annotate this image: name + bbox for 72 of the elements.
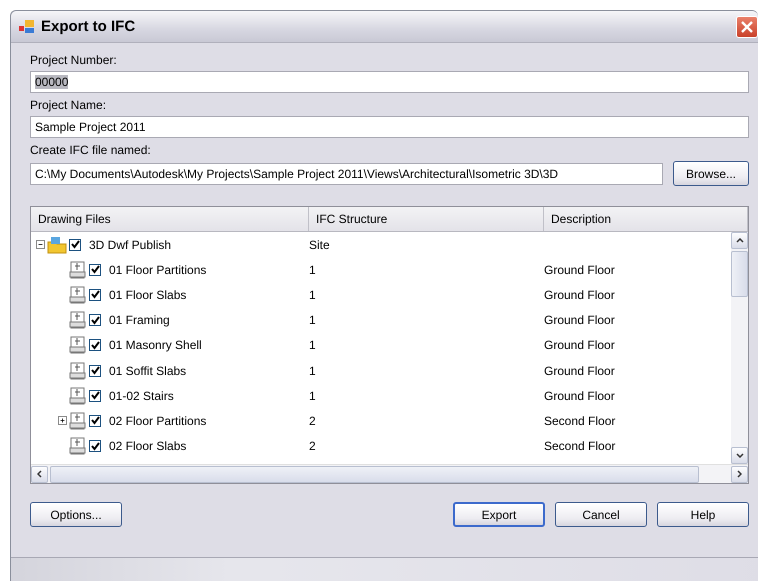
- checkbox[interactable]: [89, 264, 101, 276]
- table-cell-text: 1: [309, 288, 317, 302]
- checkbox[interactable]: [89, 339, 101, 352]
- chevron-up-icon: [736, 238, 744, 243]
- column-header[interactable]: Description: [544, 207, 748, 231]
- tree-item[interactable]: 01 Masonry Shell: [109, 338, 202, 352]
- dwg-file-icon: [69, 362, 87, 380]
- table-cell-text: Ground Floor: [544, 262, 616, 277]
- table-cell-text: 2: [309, 414, 317, 428]
- table-cell-text: 1: [309, 338, 317, 352]
- scroll-thumb[interactable]: [50, 466, 699, 482]
- table-cell-text: 1: [309, 364, 317, 378]
- tree-item[interactable]: 01 Soffit Slabs: [109, 364, 186, 378]
- field-label: Project Name:: [30, 98, 108, 112]
- folder-icon: [47, 236, 67, 254]
- column-header[interactable]: Drawing Files: [31, 207, 309, 231]
- scroll-thumb[interactable]: [731, 251, 748, 297]
- table-cell-text: Ground Floor: [544, 364, 616, 378]
- vertical-scrollbar[interactable]: [731, 232, 748, 464]
- table-cell-text: Ground Floor: [544, 313, 616, 328]
- tree-item[interactable]: 02 Floor Slabs: [109, 439, 186, 454]
- dwg-file-icon: [69, 260, 87, 279]
- table-cell-text: Site: [309, 238, 331, 252]
- table-cell-text: 1: [309, 262, 317, 277]
- dwg-file-icon: [69, 412, 87, 430]
- text-field[interactable]: Sample Project 2011: [30, 116, 749, 138]
- checkbox[interactable]: [89, 314, 101, 326]
- dialog-button[interactable]: Options...: [30, 502, 122, 527]
- table-cell-text: Second Floor: [544, 414, 616, 428]
- app-icon: [19, 20, 35, 34]
- table-cell-text: Ground Floor: [544, 338, 616, 352]
- dwg-file-icon: [69, 286, 87, 304]
- table-cell-text: Ground Floor: [544, 388, 616, 403]
- table-cell-text: Ground Floor: [544, 288, 616, 302]
- table-cell-text: 1: [309, 313, 317, 328]
- tree-item[interactable]: 01 Floor Partitions: [109, 262, 206, 277]
- checkbox[interactable]: [69, 238, 81, 251]
- checkbox[interactable]: [89, 288, 101, 301]
- field-label: Project Number:: [30, 53, 118, 67]
- table-cell-text: 1: [309, 388, 317, 403]
- tree-item[interactable]: 02 Floor Partitions: [109, 414, 206, 428]
- dwg-file-icon: [69, 386, 87, 405]
- horizontal-scrollbar[interactable]: [31, 464, 748, 483]
- browse-button[interactable]: Browse...: [672, 161, 749, 186]
- collapse-toggle[interactable]: [36, 240, 45, 250]
- dialog-button[interactable]: Help: [657, 502, 749, 527]
- dwg-file-icon: [69, 437, 87, 456]
- file-path-field[interactable]: C:\My Documents\Autodesk\My Projects\Sample Project 2011\Views\Architectural\Isometric 3D\3D: [30, 162, 663, 184]
- tree-item[interactable]: 01-02 Stairs: [109, 388, 174, 403]
- column-header[interactable]: IFC Structure: [309, 207, 544, 231]
- table-cell-text: 2: [309, 439, 317, 454]
- close-icon: [740, 20, 754, 34]
- dwg-file-icon: [69, 311, 87, 330]
- tree-item[interactable]: 3D Dwf Publish: [89, 238, 172, 252]
- dwg-file-icon: [69, 336, 87, 354]
- field-label: Create IFC file named:: [30, 143, 152, 157]
- checkbox[interactable]: [89, 414, 101, 427]
- expand-toggle[interactable]: [58, 416, 67, 426]
- close-button[interactable]: [736, 16, 758, 38]
- window-title: Export to IFC: [41, 18, 136, 35]
- checkbox[interactable]: [89, 390, 101, 402]
- chevron-left-icon: [37, 470, 42, 478]
- text-field[interactable]: 00000: [30, 71, 749, 93]
- dialog-button[interactable]: Cancel: [555, 502, 647, 527]
- table-cell-text: Second Floor: [544, 439, 616, 454]
- chevron-right-icon: [737, 470, 742, 478]
- tree-item[interactable]: 01 Framing: [109, 313, 170, 328]
- dialog-button[interactable]: Export: [453, 502, 545, 527]
- checkbox[interactable]: [89, 364, 101, 377]
- chevron-down-icon: [736, 453, 744, 458]
- checkbox[interactable]: [89, 440, 101, 452]
- tree-item[interactable]: 01 Floor Slabs: [109, 288, 186, 302]
